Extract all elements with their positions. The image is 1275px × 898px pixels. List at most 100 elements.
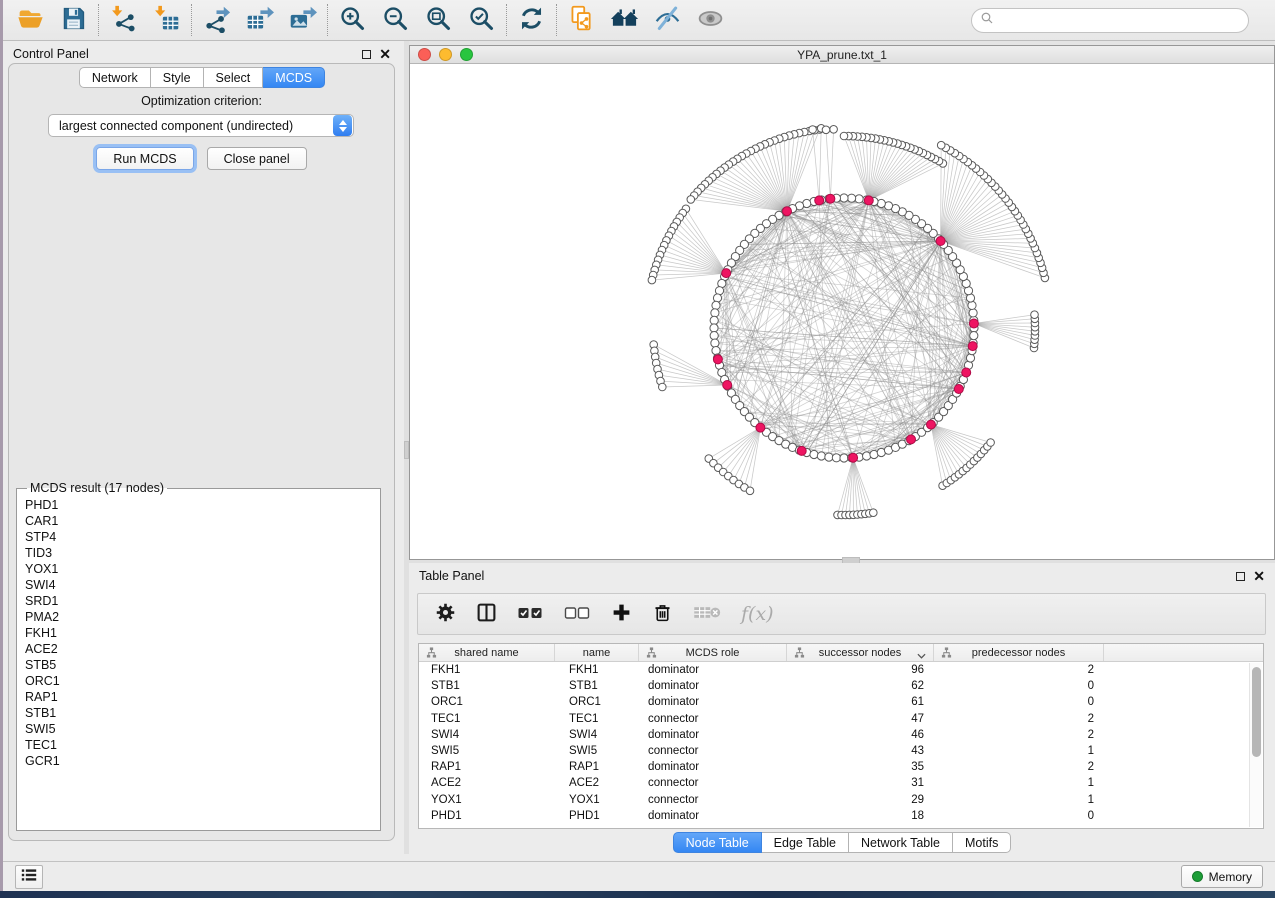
table-row[interactable]: SWI4SWI4dominator462 [419, 727, 1263, 743]
table-cell: RAP1 [419, 761, 555, 773]
memory-button[interactable]: Memory [1181, 865, 1263, 888]
mcds-result-item[interactable]: STB1 [25, 705, 380, 721]
table-row[interactable]: STB1STB1dominator620 [419, 678, 1263, 694]
search-input[interactable] [995, 13, 1248, 27]
tab-mcds[interactable]: MCDS [263, 67, 325, 88]
optimization-criterion-dropdown[interactable]: largest connected component (undirected) [48, 114, 354, 137]
table-scrollbar[interactable] [1249, 663, 1262, 827]
mcds-result-item[interactable]: SWI4 [25, 577, 380, 593]
float-panel-icon[interactable] [362, 50, 371, 59]
attribute-type-icon [941, 647, 952, 661]
export-table-button[interactable] [238, 1, 281, 39]
scrollbar-thumb[interactable] [1252, 667, 1261, 757]
zoom-selected-button[interactable] [460, 1, 503, 39]
import-network-button[interactable] [102, 1, 145, 39]
tab-motifs[interactable]: Motifs [953, 832, 1011, 853]
add-column-button[interactable] [608, 599, 635, 629]
export-network-button[interactable] [195, 1, 238, 39]
table-row[interactable]: ORC1ORC1dominator610 [419, 694, 1263, 710]
tab-style[interactable]: Style [151, 67, 204, 88]
table-cell: SWI4 [555, 729, 639, 741]
search-field[interactable] [971, 8, 1249, 33]
select-all-rows-button[interactable] [514, 599, 547, 629]
table-row[interactable]: SWI5SWI5connector431 [419, 743, 1263, 759]
save-session-button[interactable] [52, 1, 95, 39]
toolbar-separator [327, 4, 328, 36]
table-settings-button[interactable] [432, 599, 459, 629]
hide-selected-button[interactable] [646, 1, 689, 39]
home-button[interactable] [603, 1, 646, 39]
clone-network-button[interactable] [560, 1, 603, 39]
mcds-result-item[interactable]: STB5 [25, 657, 380, 673]
deselect-all-rows-button[interactable] [561, 599, 594, 629]
mcds-result-item[interactable]: PHD1 [25, 497, 380, 513]
table-row[interactable]: TEC1TEC1connector472 [419, 711, 1263, 727]
table-row[interactable]: RAP1RAP1dominator352 [419, 759, 1263, 775]
column-header-shared-name[interactable]: shared name [419, 644, 555, 661]
mcds-result-item[interactable]: TID3 [25, 545, 380, 561]
close-panel-button[interactable]: Close panel [207, 147, 307, 170]
open-file-button[interactable] [9, 1, 52, 39]
delete-column-button[interactable] [649, 599, 676, 629]
main-toolbar [3, 0, 1275, 41]
mcds-result-item[interactable]: ACE2 [25, 641, 380, 657]
mcds-result-item[interactable]: SWI5 [25, 721, 380, 737]
mcds-result-item[interactable]: PMA2 [25, 609, 380, 625]
column-label: MCDS role [686, 647, 740, 659]
mcds-result-item[interactable]: SRD1 [25, 593, 380, 609]
network-graph[interactable] [410, 64, 1274, 559]
table-cell: ORC1 [419, 696, 555, 708]
zoom-group [331, 1, 503, 39]
mcds-result-list[interactable]: PHD1CAR1STP4TID3YOX1SWI4SRD1PMA2FKH1ACE2… [25, 497, 380, 769]
refresh-view-button[interactable] [510, 1, 553, 39]
mcds-result-item[interactable]: TEC1 [25, 737, 380, 753]
float-panel-icon[interactable] [1236, 572, 1245, 581]
column-header-successor-nodes[interactable]: successor nodes [787, 644, 934, 661]
columns-icon [476, 602, 497, 626]
table-row[interactable]: PHD1PHD1dominator180 [419, 808, 1263, 824]
column-header-name[interactable]: name [555, 644, 639, 661]
table-row[interactable]: YOX1YOX1connector291 [419, 792, 1263, 808]
show-columns-button[interactable] [473, 599, 500, 629]
network-canvas[interactable] [410, 64, 1274, 559]
mcds-result-item[interactable]: CAR1 [25, 513, 380, 529]
tab-node-table[interactable]: Node Table [673, 832, 762, 853]
mcds-result-item[interactable]: RAP1 [25, 689, 380, 705]
table-cell: PHD1 [419, 810, 555, 822]
table-cell: STB1 [419, 680, 555, 692]
table-cell: dominator [639, 680, 787, 692]
tab-network[interactable]: Network [79, 67, 151, 88]
toolbar-separator [98, 4, 99, 36]
table-cell: 0 [934, 810, 1104, 822]
table-cell: connector [639, 713, 787, 725]
close-panel-icon[interactable]: ✕ [379, 49, 391, 59]
import-table-button[interactable] [145, 1, 188, 39]
mcds-result-item[interactable]: GCR1 [25, 753, 380, 769]
table-cell: 0 [934, 696, 1104, 708]
zoom-in-button[interactable] [331, 1, 374, 39]
column-header-predecessor-nodes[interactable]: predecessor nodes [934, 644, 1104, 661]
tab-select[interactable]: Select [204, 67, 264, 88]
column-header-MCDS-role[interactable]: MCDS role [639, 644, 787, 661]
export-image-button[interactable] [281, 1, 324, 39]
zoom-fit-button[interactable] [417, 1, 460, 39]
zoom-out-icon [381, 4, 410, 36]
mcds-result-item[interactable]: YOX1 [25, 561, 380, 577]
close-panel-icon[interactable]: ✕ [1253, 571, 1265, 581]
show-all-button[interactable] [689, 1, 732, 39]
mcds-result-item[interactable]: FKH1 [25, 625, 380, 641]
table-row[interactable]: FKH1FKH1dominator962 [419, 662, 1263, 678]
search-icon [980, 11, 995, 29]
task-history-button[interactable] [15, 865, 43, 889]
mcds-result-item[interactable]: STP4 [25, 529, 380, 545]
tab-network-table[interactable]: Network Table [849, 832, 953, 853]
zoom-out-button[interactable] [374, 1, 417, 39]
table-cell: dominator [639, 664, 787, 676]
run-mcds-button[interactable]: Run MCDS [96, 147, 193, 170]
table-cell: dominator [639, 761, 787, 773]
table-row[interactable]: ACE2ACE2connector311 [419, 775, 1263, 791]
mcds-result-item[interactable]: ORC1 [25, 673, 380, 689]
desktop-background [0, 891, 1275, 898]
tab-edge-table[interactable]: Edge Table [762, 832, 849, 853]
network-window-titlebar[interactable]: YPA_prune.txt_1 [410, 46, 1274, 64]
